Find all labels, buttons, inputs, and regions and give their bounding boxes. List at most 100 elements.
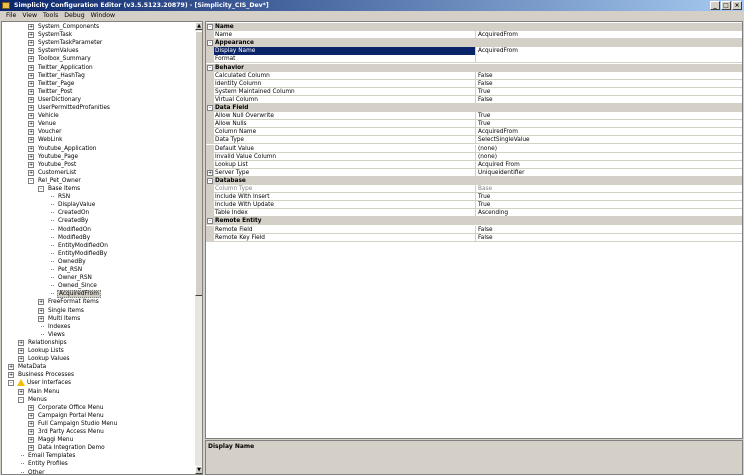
property-row[interactable]: Invalid Value Column (none) [206, 152, 742, 161]
expand-icon[interactable]: + [28, 145, 34, 152]
tree-item-label[interactable]: FreeFormat Items [47, 298, 100, 306]
expand-icon[interactable]: + [18, 339, 24, 346]
property-row[interactable]: Virtual Column False [206, 95, 742, 104]
property-value[interactable] [477, 55, 742, 63]
collapse-icon[interactable]: - [207, 40, 213, 47]
expand-icon[interactable]: + [28, 113, 34, 120]
expand-icon[interactable]: + [28, 72, 34, 79]
property-value[interactable]: True [477, 201, 742, 209]
property-row[interactable]: Include With Update True [206, 201, 742, 210]
property-row[interactable]: Table Index Ascending [206, 209, 742, 218]
expand-icon[interactable]: + [28, 412, 34, 419]
property-row[interactable]: Data Type SelectSingleValue [206, 136, 742, 145]
tree-item-label[interactable]: Multi Items [47, 315, 81, 323]
property-row[interactable]: Lookup List Acquired From [206, 160, 742, 169]
expand-icon[interactable]: + [28, 105, 34, 111]
tree-item-label[interactable]: Vehicle [37, 112, 60, 120]
property-row[interactable]: Identity Column False [206, 79, 742, 88]
tree-item-label[interactable]: DisplayValue [57, 201, 96, 209]
tree-item-label[interactable]: SystemTask [37, 31, 73, 39]
property-row[interactable]: Remote Key Field False [206, 233, 742, 242]
menu-window[interactable]: Window [88, 11, 118, 21]
menu-tools[interactable]: Tools [40, 11, 61, 21]
expand-icon[interactable]: + [18, 356, 24, 363]
collapse-icon[interactable]: - [18, 396, 24, 403]
property-value[interactable]: False [477, 72, 742, 80]
tree-item-label[interactable]: Main Menu [27, 388, 61, 396]
expand-icon[interactable]: + [18, 348, 24, 354]
expand-icon[interactable]: + [28, 88, 34, 95]
tree-item-label[interactable]: Relationships [27, 339, 68, 347]
tree-item-label[interactable]: Lookup Lists [27, 347, 65, 355]
tree-scrollbar[interactable]: ▲ ▼ [195, 22, 202, 474]
property-value[interactable]: Base [477, 185, 742, 193]
tree-item-label[interactable]: EntityModifiedBy [57, 250, 108, 258]
tree-item-label[interactable]: System_Components [37, 23, 100, 31]
property-row[interactable]: Column Type Base [206, 185, 742, 193]
tree-item-label[interactable]: Campaign Portal Menu [37, 412, 105, 420]
tree-item-label[interactable]: OwnedBy [57, 258, 87, 266]
collapse-icon[interactable]: - [8, 380, 14, 387]
property-value[interactable]: False [477, 234, 742, 242]
menu-view[interactable]: View [19, 11, 40, 21]
property-row[interactable]: Remote Field False [206, 225, 742, 234]
tree-item-label[interactable]: Toolbox_Summary [37, 55, 92, 63]
maximize-button[interactable]: □ [721, 1, 731, 10]
expand-icon[interactable]: + [28, 161, 34, 168]
menu-file[interactable]: File [3, 11, 19, 21]
expand-icon[interactable]: + [28, 40, 34, 47]
expand-icon[interactable]: + [28, 121, 34, 128]
tree-item-label[interactable]: Maggi Menu [37, 436, 74, 444]
tree-item-label[interactable]: Venue [37, 120, 57, 128]
scroll-down-arrow-icon[interactable]: ▼ [195, 466, 202, 474]
tree-item-label[interactable]: Lookup Values [27, 355, 71, 363]
expand-icon[interactable]: + [8, 372, 14, 379]
tree-item-label[interactable]: Twitter_Post [37, 88, 73, 96]
tree-item-label[interactable]: Email Templates [27, 452, 76, 460]
expand-icon[interactable]: + [28, 56, 34, 63]
tree-item-label[interactable]: Youtube_Page [37, 153, 79, 161]
property-row[interactable]: Allow Null Overwrite True [206, 112, 742, 121]
minimize-button[interactable]: _ [710, 1, 720, 10]
expand-icon[interactable]: + [18, 388, 24, 395]
expand-icon[interactable]: + [28, 404, 34, 411]
property-value[interactable]: False [477, 80, 742, 88]
property-value[interactable]: (none) [477, 145, 742, 153]
collapse-icon[interactable]: - [207, 177, 213, 184]
property-value[interactable]: SelectSingleValue [477, 136, 742, 144]
expand-icon[interactable]: + [28, 129, 34, 136]
expand-icon[interactable]: + [38, 315, 44, 322]
property-row[interactable]: Allow Nulls True [206, 120, 742, 129]
tree-item-label[interactable]: Indexes [47, 323, 71, 331]
expand-icon[interactable]: + [8, 364, 14, 371]
menu-debug[interactable]: Debug [61, 11, 87, 21]
collapse-icon[interactable]: - [207, 64, 213, 71]
expand-icon[interactable]: + [28, 24, 34, 30]
tree-item-label[interactable]: Twitter_Application [37, 64, 94, 72]
tree-item-label[interactable]: 3rd Party Access Menu [37, 428, 105, 436]
property-category[interactable]: - Data Field [206, 104, 742, 112]
property-row[interactable]: Name AcquiredFrom [206, 31, 742, 40]
tree-item-label[interactable]: Owner_RSN [57, 274, 93, 282]
close-button[interactable]: × [732, 1, 742, 10]
property-category[interactable]: - Behavior [206, 63, 742, 72]
tree-item-label[interactable]: Rel_Pet_Owner [37, 177, 82, 185]
tree-item-label[interactable]: SystemValues [37, 47, 80, 55]
tree-item-label[interactable]: RSN [57, 193, 71, 201]
collapse-icon[interactable]: - [38, 186, 44, 192]
tree-item-label[interactable]: MetaData [17, 363, 47, 371]
property-row[interactable]: System Maintained Column True [206, 87, 742, 96]
property-value[interactable]: AcquiredFrom [477, 31, 742, 39]
tree-item-label[interactable]: Menus [27, 396, 48, 404]
tree-item-label[interactable]: Corporate Office Menu [37, 404, 105, 412]
expand-icon[interactable]: + [28, 429, 34, 435]
tree-item-label[interactable]: Entity Profiles [27, 460, 69, 468]
property-value[interactable]: True [477, 112, 742, 120]
property-category[interactable]: - Database [206, 176, 742, 185]
property-row[interactable]: Display Name AcquiredFrom [206, 47, 742, 56]
expand-icon[interactable]: + [28, 437, 34, 444]
tree-item-label[interactable]: Owned_Since [57, 282, 98, 290]
property-category[interactable]: - Appearance [206, 39, 742, 48]
tree-item-label[interactable]: CustomerList [37, 169, 77, 177]
tree-item-label[interactable]: Youtube_Application [37, 145, 97, 153]
